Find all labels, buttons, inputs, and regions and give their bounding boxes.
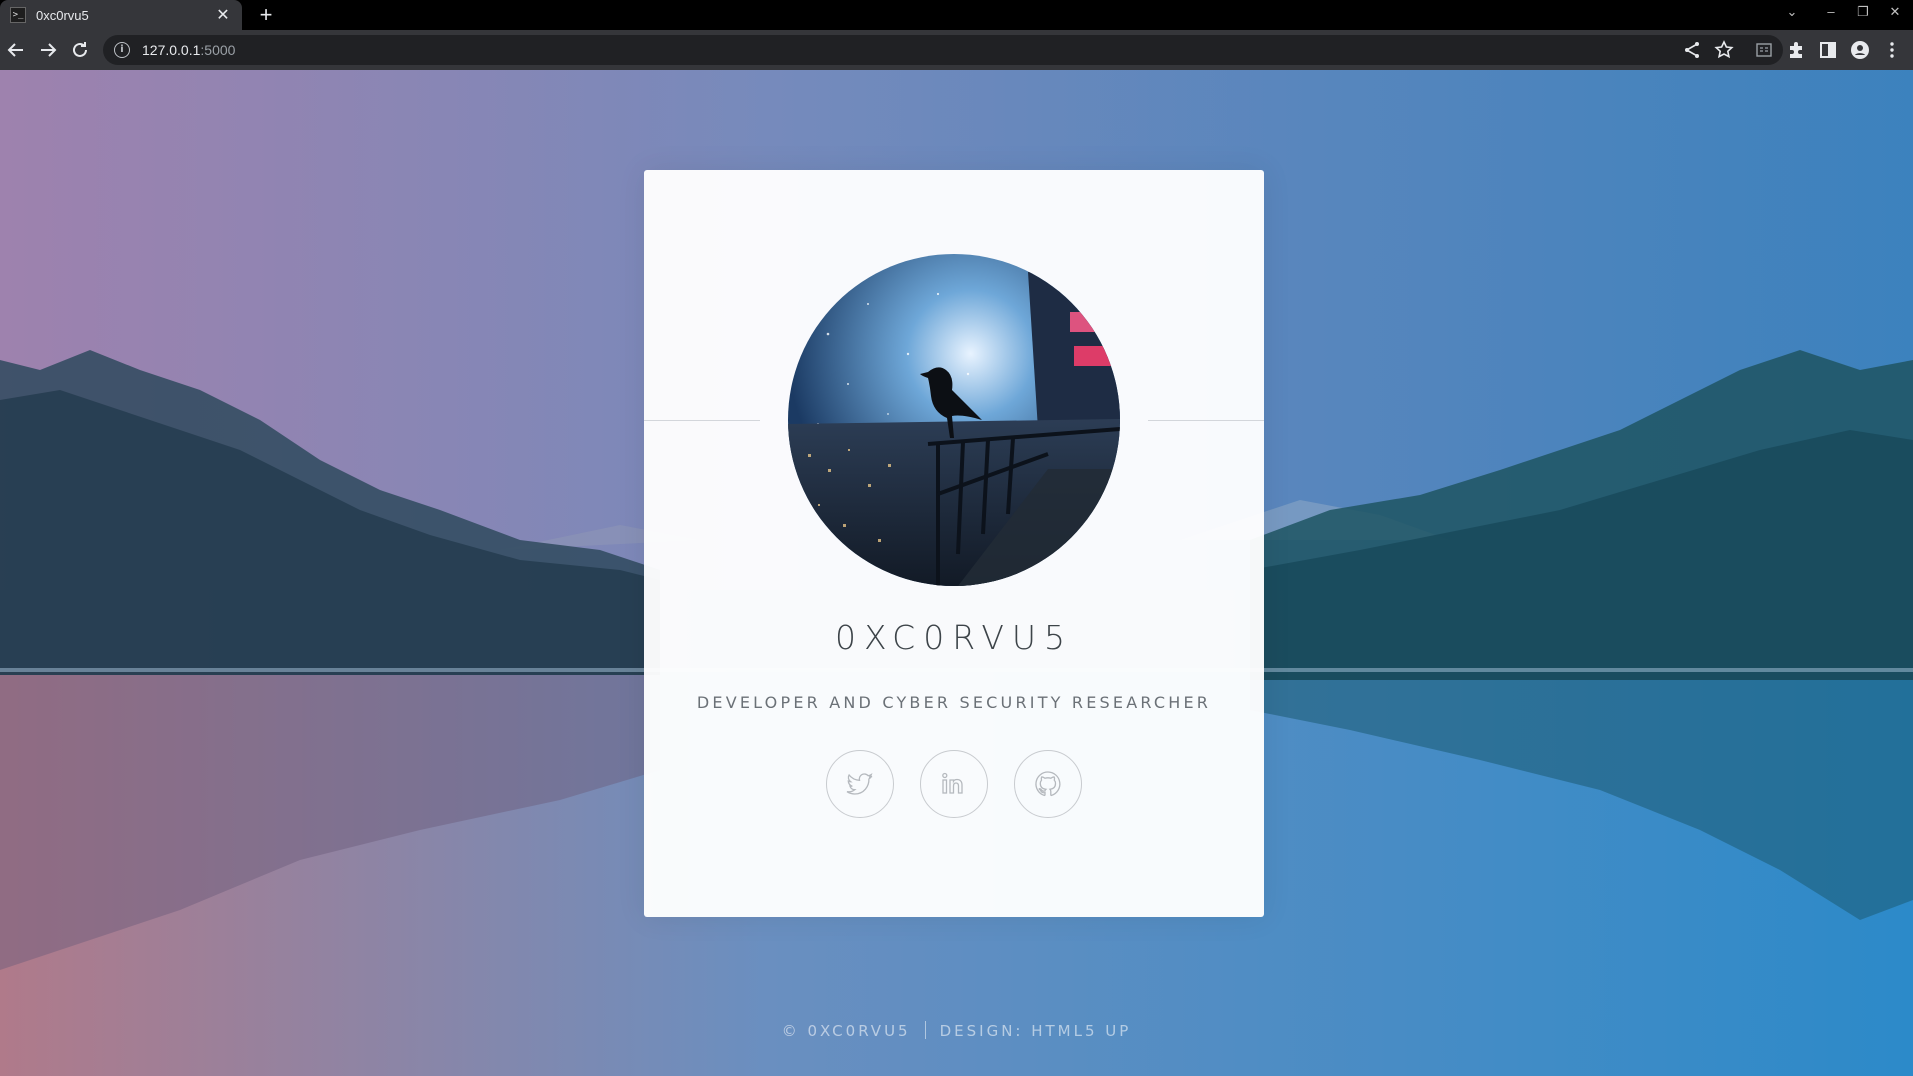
twitter-icon	[846, 773, 873, 795]
footer: © 0XC0RVU5 DESIGN: HTML5 UP	[0, 1021, 1913, 1040]
tab-title: 0xc0rvu5	[36, 7, 89, 23]
menu-icon[interactable]	[1880, 38, 1904, 62]
avatar	[788, 254, 1120, 586]
terminal-favicon-icon: >_	[10, 7, 26, 23]
twitter-link[interactable]	[826, 750, 894, 818]
close-tab-icon[interactable]: ✕	[214, 5, 232, 25]
forward-arrow-icon[interactable]	[36, 38, 60, 62]
linkedin-icon	[942, 772, 963, 794]
social-links	[644, 750, 1264, 818]
reload-icon[interactable]	[68, 38, 92, 62]
divider-right	[1148, 420, 1264, 421]
footer-copyright: © 0XC0RVU5	[781, 1022, 911, 1040]
linkedin-link[interactable]	[920, 750, 988, 818]
share-icon[interactable]	[1680, 38, 1704, 62]
browser-toolbar: i 127.0.0.1:5000	[0, 30, 1913, 70]
profile-card: 0XC0RVU5 DEVELOPER AND CYBER SECURITY RE…	[644, 170, 1264, 917]
tab-search-icon[interactable]: ⌄	[1780, 4, 1804, 20]
window-close-icon[interactable]: ✕	[1883, 4, 1907, 20]
browser-tabstrip: >_ 0xc0rvu5 ✕ + ⌄ – ❐ ✕	[0, 0, 1913, 30]
footer-separator	[924, 1021, 926, 1039]
address-bar[interactable]: i 127.0.0.1:5000	[103, 35, 1783, 65]
github-link[interactable]	[1014, 750, 1082, 818]
page-viewport: 0XC0RVU5 DEVELOPER AND CYBER SECURITY RE…	[0, 70, 1913, 1076]
side-panel-icon[interactable]	[1816, 38, 1840, 62]
reader-mode-icon[interactable]	[1752, 38, 1776, 62]
extensions-icon[interactable]	[1784, 38, 1808, 62]
url-text: 127.0.0.1:5000	[142, 42, 236, 58]
minimize-icon[interactable]: –	[1819, 4, 1843, 19]
site-name: 0XC0RVU5	[834, 618, 1074, 657]
divider-left	[644, 420, 760, 421]
profile-icon[interactable]	[1848, 38, 1872, 62]
back-arrow-icon[interactable]	[4, 38, 28, 62]
restore-icon[interactable]: ❐	[1851, 4, 1875, 20]
site-info-icon[interactable]: i	[114, 42, 130, 58]
footer-design-credit[interactable]: DESIGN: HTML5 UP	[940, 1022, 1132, 1040]
bookmark-star-icon[interactable]	[1712, 38, 1736, 62]
github-icon	[1035, 771, 1061, 797]
browser-tab[interactable]: >_ 0xc0rvu5 ✕	[0, 0, 242, 30]
tagline: DEVELOPER AND CYBER SECURITY RESEARCHER	[696, 693, 1212, 712]
new-tab-button[interactable]: +	[253, 2, 279, 28]
